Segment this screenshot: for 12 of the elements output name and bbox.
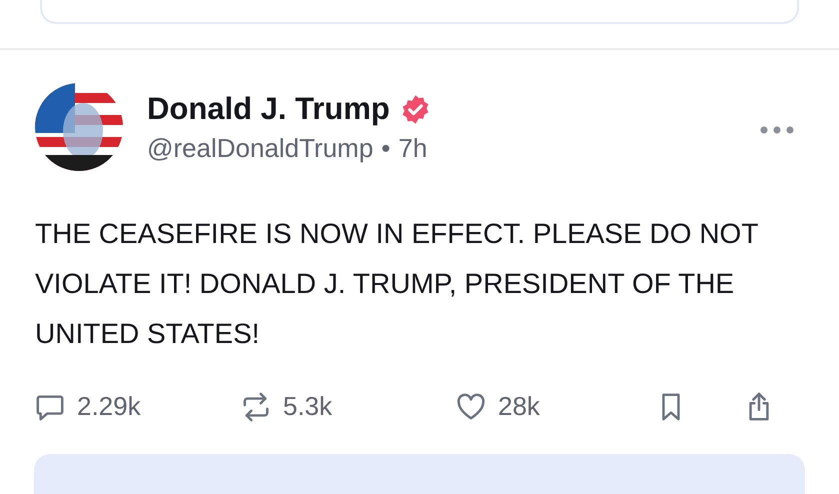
author-name[interactable]: Donald J. Trump [147, 91, 390, 127]
user-handle[interactable]: @realDonaldTrump [147, 133, 374, 164]
action-count: 5.3k [283, 391, 332, 422]
post-time: 7h [398, 133, 428, 164]
post-text: THE CEASEFIRE IS NOW IN EFFECT. PLEASE DO NOT VIOLATE IT! DONALD J. TRUMP, PRESIDENT OF THE UNITED STATES! [35, 217, 759, 351]
action-count: 28k [498, 391, 540, 422]
repost-icon[interactable] [241, 392, 271, 422]
more-icon[interactable] [759, 125, 795, 135]
action-count: 2.29k [77, 391, 141, 422]
avatar[interactable] [35, 83, 123, 171]
separator-dot: • [381, 133, 390, 164]
heart-icon[interactable] [456, 392, 486, 422]
